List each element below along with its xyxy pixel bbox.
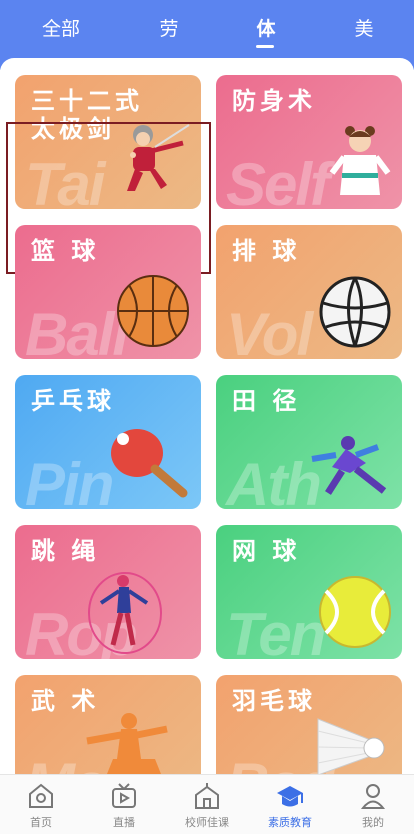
card-ping-pong[interactable]: Pin 乒乓球 (15, 375, 201, 509)
card-watermark: Tai (25, 151, 105, 209)
tab-art[interactable]: 美 (350, 14, 378, 42)
nav-label: 校师佳课 (185, 816, 229, 829)
nav-label: 我的 (362, 816, 384, 829)
card-watermark: Vol (226, 301, 313, 359)
nav-home[interactable]: 首页 (0, 781, 82, 833)
basketball-icon (117, 275, 189, 347)
tennis-ball-icon (319, 576, 391, 648)
jump-rope-icon (88, 572, 162, 654)
profile-icon (360, 784, 386, 809)
card-volleyball[interactable]: Vol 排 球 (216, 225, 402, 359)
category-tabs: 全部 劳 体 美 (0, 0, 414, 56)
bottom-navigation: 首页 直播 校师佳课 素质教育 我的 (0, 774, 414, 834)
nav-school-courses[interactable]: 校师佳课 (166, 781, 248, 833)
nav-live[interactable]: 直播 (83, 781, 165, 833)
nav-label: 直播 (113, 816, 135, 829)
card-watermark: Self (226, 151, 330, 209)
live-tv-icon (112, 783, 136, 808)
shuttlecock-icon (317, 718, 385, 774)
graduation-cap-icon (277, 786, 303, 807)
card-watermark: Ten (226, 601, 326, 659)
volleyball-icon (319, 276, 391, 348)
card-title: 乒乓球 (31, 387, 115, 415)
karate-girl-icon (329, 126, 391, 195)
card-title: 田 径 (232, 387, 301, 415)
tab-labor[interactable]: 劳 (155, 14, 183, 42)
school-icon (195, 783, 219, 809)
nav-profile[interactable]: 我的 (332, 781, 414, 833)
nav-label: 首页 (30, 816, 52, 829)
card-title: 网 球 (232, 537, 301, 565)
card-badminton[interactable]: Bad 羽毛球 (216, 675, 402, 774)
card-jump-rope[interactable]: Rop 跳 绳 (15, 525, 201, 659)
tai-chi-sword-grandma-icon (127, 124, 190, 191)
card-watermark: Pin (25, 451, 114, 509)
card-martial-arts[interactable]: Mar 武 术 (15, 675, 201, 774)
sprinter-icon (311, 436, 387, 495)
nav-label: 素质教育 (268, 816, 312, 829)
nav-quality-education[interactable]: 素质教育 (249, 781, 331, 833)
card-basketball[interactable]: Ball 篮 球 (15, 225, 201, 359)
card-title: 篮 球 (31, 237, 100, 265)
card-tennis[interactable]: Ten 网 球 (216, 525, 402, 659)
martial-arts-icon (86, 713, 168, 774)
card-athletics[interactable]: Ath 田 径 (216, 375, 402, 509)
tab-sports[interactable]: 体 (252, 14, 280, 42)
card-tai-chi-sword[interactable]: Tai 三十二式 太极剑 (15, 75, 201, 209)
card-watermark: Ball (25, 301, 129, 359)
card-self-defense[interactable]: Self 防身术 (216, 75, 402, 209)
card-title: 羽毛球 (232, 687, 316, 715)
active-tab-indicator (256, 45, 274, 48)
ping-pong-paddle-icon (111, 429, 188, 498)
course-grid: Tai 三十二式 太极剑 Self 防身术 Ball 篮 球 Vol 排 球 P… (0, 58, 414, 774)
card-title: 防身术 (232, 87, 316, 115)
card-title: 排 球 (232, 237, 301, 265)
card-title: 跳 绳 (31, 537, 100, 565)
home-icon (29, 783, 53, 808)
tab-all[interactable]: 全部 (36, 14, 86, 42)
